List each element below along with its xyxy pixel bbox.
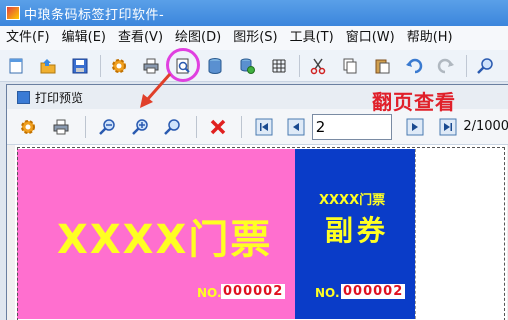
annotation-arrow	[140, 73, 172, 108]
